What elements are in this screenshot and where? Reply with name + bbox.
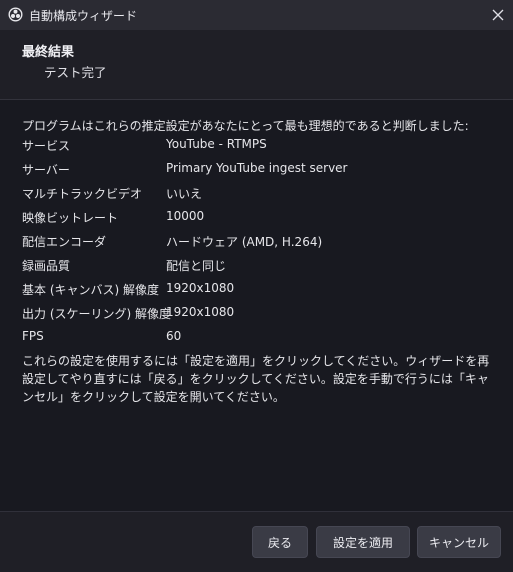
setting-label: サービス: [22, 139, 71, 153]
window-title: 自動構成ウィザード: [29, 9, 138, 23]
setting-value: 1920x1080: [166, 305, 235, 319]
setting-value: YouTube - RTMPS: [166, 137, 267, 151]
setting-value: 1920x1080: [166, 281, 235, 295]
setting-label: 配信エンコーダ: [22, 235, 107, 249]
apply-settings-button[interactable]: 設定を適用: [316, 526, 410, 558]
setting-row-service: サービス YouTube - RTMPS: [22, 137, 492, 157]
setting-label: マルチトラックビデオ: [22, 187, 143, 201]
results-panel: プログラムはこれらの推定設定があなたにとって最も理想的であると判断しました: サ…: [0, 100, 513, 512]
setting-row-base-resolution: 基本 (キャンバス) 解像度 1920x1080: [22, 281, 492, 301]
title-bar: 自動構成ウィザード: [0, 0, 513, 30]
setting-row-encoder: 配信エンコーダ ハードウェア (AMD, H.264): [22, 233, 492, 253]
setting-row-bitrate: 映像ビットレート 10000: [22, 209, 492, 229]
cancel-button[interactable]: キャンセル: [417, 526, 501, 558]
setting-row-multitrack: マルチトラックビデオ いいえ: [22, 185, 492, 205]
setting-label: 録画品質: [22, 259, 71, 273]
obs-logo-icon: [8, 7, 23, 22]
setting-value: Primary YouTube ingest server: [166, 161, 348, 175]
setting-label: 基本 (キャンバス) 解像度: [22, 283, 159, 297]
setting-row-server: サーバー Primary YouTube ingest server: [22, 161, 492, 181]
intro-text: プログラムはこれらの推定設定があなたにとって最も理想的であると判断しました:: [22, 119, 469, 133]
setting-value: ハードウェア (AMD, H.264): [166, 235, 323, 249]
setting-label: サーバー: [22, 163, 70, 177]
setting-row-output-resolution: 出力 (スケーリング) 解像度 1920x1080: [22, 305, 492, 325]
setting-value: いいえ: [166, 187, 203, 201]
setting-value: 10000: [166, 209, 205, 223]
page-header: 最終結果 テスト完了: [0, 30, 513, 100]
instructions-text: これらの設定を使用するには「設定を適用」をクリックしてください。ウィザードを再設…: [22, 354, 490, 404]
page-subtitle: テスト完了: [44, 65, 107, 80]
setting-row-fps: FPS 60: [22, 329, 492, 349]
setting-label: 出力 (スケーリング) 解像度: [22, 307, 171, 321]
setting-value: 配信と同じ: [166, 259, 227, 273]
setting-row-recording-quality: 録画品質 配信と同じ: [22, 257, 492, 277]
setting-value: 60: [166, 329, 182, 343]
close-icon: [492, 6, 504, 25]
back-button[interactable]: 戻る: [252, 526, 308, 558]
button-bar: 戻る 設定を適用 キャンセル: [0, 512, 513, 572]
page-title: 最終結果: [22, 45, 75, 60]
setting-label: 映像ビットレート: [22, 211, 119, 225]
close-button[interactable]: [483, 0, 513, 30]
setting-label: FPS: [22, 329, 44, 343]
